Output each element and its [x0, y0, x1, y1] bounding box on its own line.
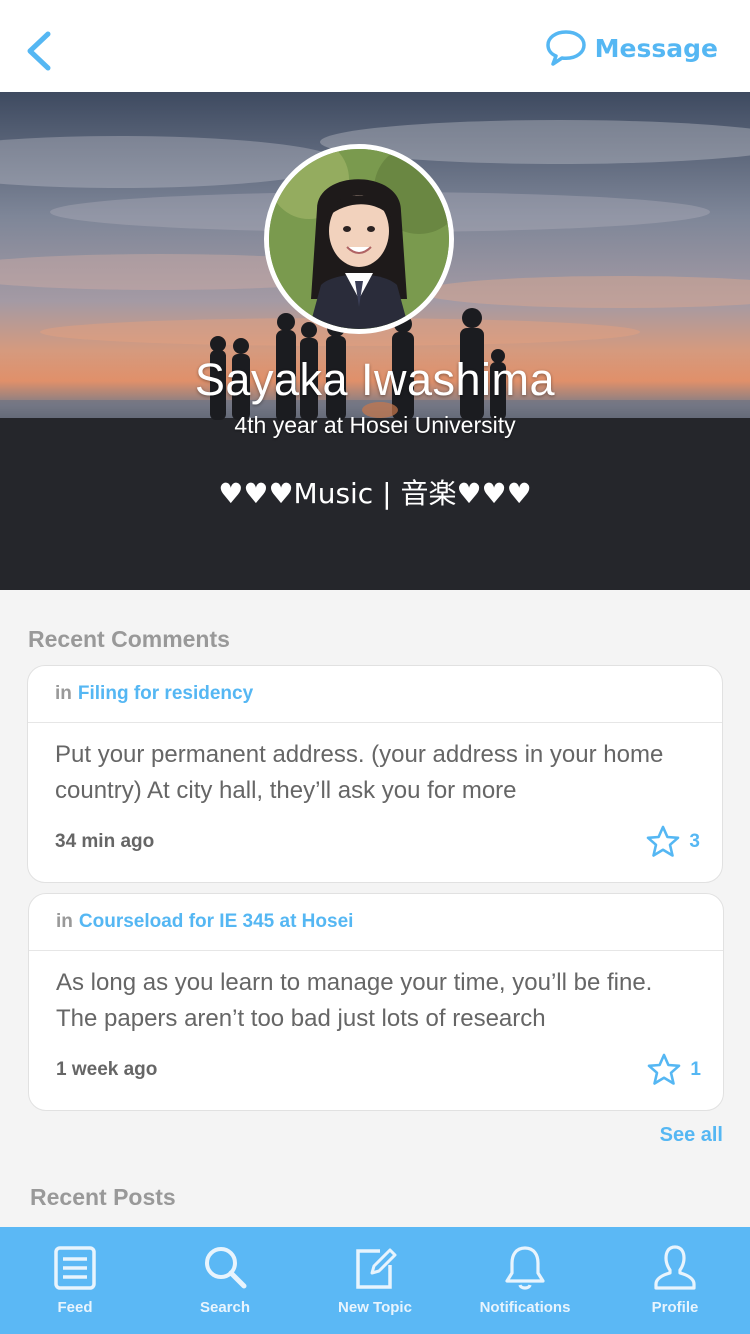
star-icon — [647, 825, 680, 857]
profile-photo — [269, 149, 449, 329]
comment-topic-link[interactable]: Courseload for IE 345 at Hosei — [79, 911, 354, 933]
comment-card[interactable]: in Filing for residency Put your permane… — [27, 665, 723, 883]
bottom-tab-bar: Feed Search New Topic Notifications Prof… — [0, 1227, 750, 1334]
recent-comments-heading: Recent Comments — [28, 626, 230, 652]
bell-icon — [505, 1246, 545, 1290]
tab-notifications[interactable]: Notifications — [450, 1227, 600, 1334]
see-all-link[interactable]: See all — [660, 1124, 723, 1147]
compose-icon — [356, 1248, 397, 1289]
feed-icon — [54, 1246, 96, 1290]
tab-label: Search — [199, 1299, 251, 1316]
comment-card-footer: 1 week ago 1 — [56, 1052, 701, 1088]
comment-timestamp: 1 week ago — [56, 1059, 158, 1080]
recent-posts-heading: Recent Posts — [30, 1184, 176, 1210]
back-button[interactable] — [18, 26, 62, 76]
comment-card-footer: 34 min ago 3 — [55, 824, 700, 860]
star-rating-button[interactable]: 1 — [646, 1052, 701, 1088]
star-icon — [648, 1053, 681, 1085]
tab-profile[interactable]: Profile — [600, 1227, 750, 1334]
tab-label: Profile — [651, 1299, 699, 1316]
comment-topic-link[interactable]: Filing for residency — [78, 683, 253, 705]
comment-in-label: in — [55, 683, 72, 704]
tab-search[interactable]: Search — [150, 1227, 300, 1334]
profile-hero: Sayaka Iwashima 4th year at Hosei Univer… — [0, 92, 750, 590]
tab-label: New Topic — [338, 1299, 412, 1316]
star-count: 3 — [689, 831, 700, 852]
message-label: Message — [594, 33, 718, 63]
star-rating-button[interactable]: 3 — [645, 824, 700, 860]
message-button[interactable]: Message — [545, 26, 718, 70]
avatar — [264, 144, 454, 334]
tab-label: Feed — [57, 1299, 93, 1316]
tab-new-topic[interactable]: New Topic — [300, 1227, 450, 1334]
comment-card-header: in Filing for residency — [28, 666, 722, 723]
person-icon — [654, 1245, 696, 1290]
comment-card-header: in Courseload for IE 345 at Hosei — [29, 894, 723, 951]
comment-text: As long as you learn to manage your time… — [56, 969, 653, 1032]
search-icon — [205, 1247, 247, 1289]
profile-name: Sayaka Iwashima — [194, 354, 556, 405]
comment-card[interactable]: in Courseload for IE 345 at Hosei As lon… — [28, 893, 724, 1111]
tab-feed[interactable]: Feed — [0, 1227, 150, 1334]
profile-subtitle: 4th year at Hosei University — [234, 412, 516, 438]
chat-bubble-icon — [545, 30, 586, 66]
profile-bio: ♥♥♥Music | 音楽♥♥♥ — [218, 477, 532, 510]
comment-text: Put your permanent address. (your addres… — [55, 741, 664, 804]
comment-timestamp: 34 min ago — [55, 831, 155, 852]
star-count: 1 — [690, 1059, 701, 1080]
tab-label: Notifications — [479, 1299, 571, 1316]
comment-in-label: in — [56, 911, 73, 932]
chevron-left-icon — [27, 31, 51, 71]
top-nav-bar: Message — [0, 0, 750, 92]
